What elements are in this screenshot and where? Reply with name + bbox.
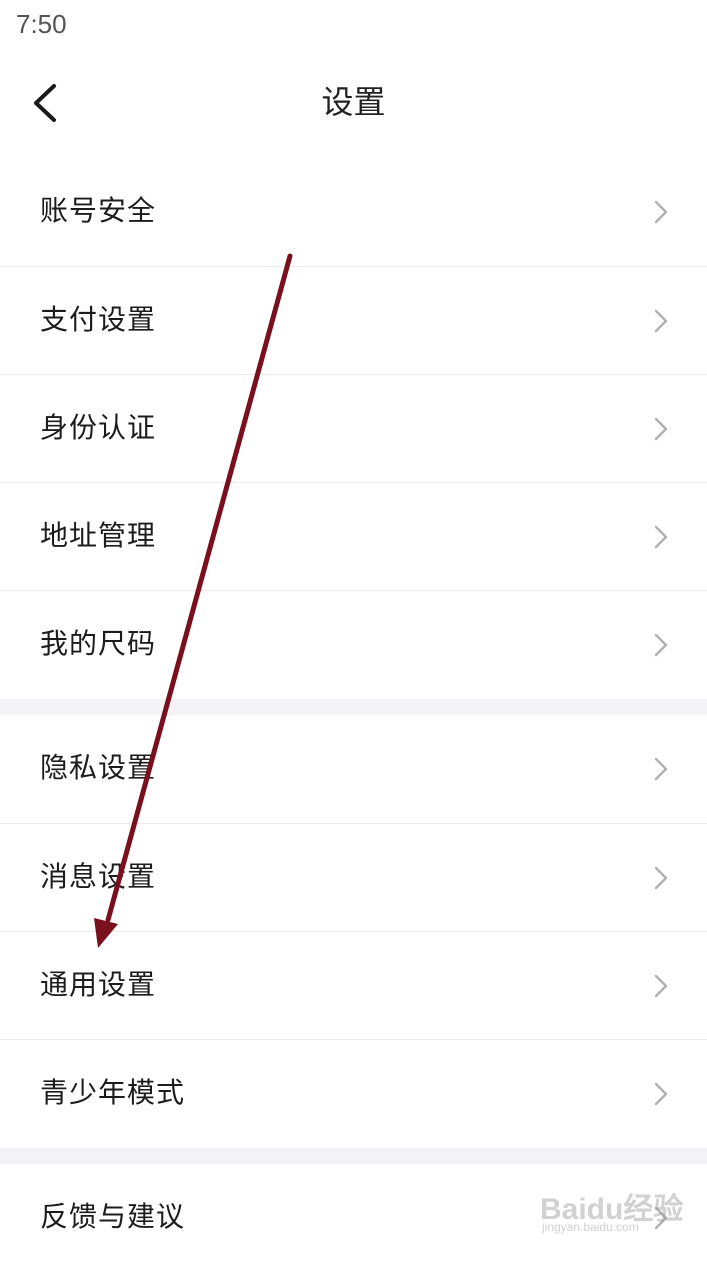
settings-group-general: 隐私设置 消息设置 通用设置 青少年模式: [0, 715, 707, 1147]
menu-item-my-size[interactable]: 我的尺码: [0, 590, 707, 698]
menu-item-label: 青少年模式: [40, 1076, 186, 1109]
menu-item-message-settings[interactable]: 消息设置: [0, 823, 707, 931]
chevron-right-icon: [654, 866, 668, 890]
menu-item-label: 身份认证: [40, 411, 157, 444]
settings-group-account: 账号安全 支付设置 身份认证 地址管理 我的尺码: [0, 158, 707, 698]
status-time: 7:50: [16, 9, 67, 39]
menu-item-general-settings[interactable]: 通用设置: [0, 931, 707, 1039]
menu-item-label: 账号安全: [40, 194, 157, 227]
menu-item-label: 地址管理: [40, 519, 157, 552]
chevron-right-icon: [654, 974, 668, 998]
chevron-right-icon: [654, 200, 668, 224]
nav-bar: 设置: [0, 60, 707, 146]
menu-item-label: 支付设置: [40, 303, 157, 336]
menu-item-teen-mode[interactable]: 青少年模式: [0, 1039, 707, 1147]
watermark-logo: Baidu经验 jingyan.baidu.com: [540, 1180, 690, 1244]
menu-item-label: 隐私设置: [40, 751, 157, 784]
status-bar: 7:50: [0, 0, 707, 48]
menu-item-label: 消息设置: [40, 860, 157, 893]
menu-item-label: 我的尺码: [40, 627, 157, 660]
menu-item-label: 通用设置: [40, 968, 157, 1001]
menu-item-payment-settings[interactable]: 支付设置: [0, 266, 707, 374]
menu-item-label: 反馈与建议: [40, 1200, 186, 1233]
chevron-right-icon: [654, 525, 668, 549]
menu-item-identity-verification[interactable]: 身份认证: [0, 374, 707, 482]
menu-item-address-management[interactable]: 地址管理: [0, 482, 707, 590]
chevron-right-icon: [654, 417, 668, 441]
section-divider: [0, 699, 707, 715]
page-title: 设置: [321, 83, 386, 121]
section-divider: [0, 1148, 707, 1164]
chevron-right-icon: [654, 757, 668, 781]
watermark-url: jingyan.baidu.com: [542, 1220, 639, 1234]
menu-item-privacy-settings[interactable]: 隐私设置: [0, 715, 707, 823]
menu-item-account-security[interactable]: 账号安全: [0, 158, 707, 266]
chevron-right-icon: [654, 309, 668, 333]
chevron-right-icon: [654, 633, 668, 657]
chevron-right-icon: [654, 1082, 668, 1106]
